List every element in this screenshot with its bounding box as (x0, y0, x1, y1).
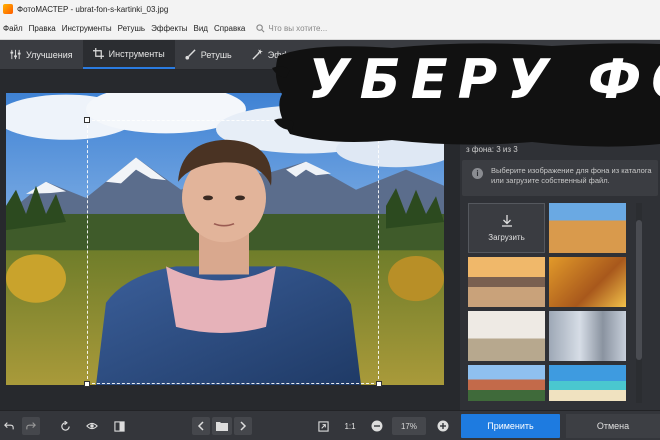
menu-view[interactable]: Вид (190, 24, 210, 33)
info-icon: i (472, 168, 483, 179)
thumbnail-desert[interactable] (549, 203, 626, 253)
reset-button[interactable] (56, 417, 74, 435)
next-image-button[interactable] (234, 417, 252, 435)
thumbnail-autumn-forest[interactable] (549, 257, 626, 307)
folder-icon (216, 422, 228, 431)
search-placeholder: Что вы хотите... (268, 24, 328, 33)
gallery-scrollbar-thumb[interactable] (636, 220, 642, 360)
menu-edit[interactable]: Правка (26, 24, 59, 33)
chevron-right-icon (240, 421, 247, 431)
app-logo-icon (3, 4, 13, 14)
title-bar: ФотоМАСТЕР - ubrat-fon-s-kartinki_03.jpg (0, 0, 660, 18)
promo-banner-text: УБЕРУ ФОН (308, 48, 660, 111)
bottom-bar: 1:1 17% Применить Отмена (0, 410, 660, 440)
thumbnail-town-houses[interactable] (468, 365, 545, 401)
tab-retouch[interactable]: Ретушь (175, 40, 242, 69)
brush-icon (185, 49, 196, 60)
menu-tools[interactable]: Инструменты (59, 24, 115, 33)
zoom-out-button[interactable] (368, 417, 386, 435)
thumbnail-street-buildings[interactable] (549, 311, 626, 361)
redo-button[interactable] (22, 417, 40, 435)
download-icon (501, 214, 512, 227)
compare-button[interactable] (110, 417, 128, 435)
crop-handle-top-left[interactable] (84, 117, 90, 123)
window-title: ФотоМАСТЕР - ubrat-fon-s-kartinki_03.jpg (17, 4, 169, 14)
apply-button[interactable]: Применить (461, 414, 560, 438)
fit-screen-icon (317, 420, 329, 432)
previous-image-button[interactable] (192, 417, 210, 435)
upload-tile[interactable]: Загрузить (468, 203, 545, 253)
thumbnail-city-street[interactable] (468, 257, 545, 307)
info-box: i Выберите изображение для фона из катал… (462, 160, 658, 196)
zoom-in-button[interactable] (434, 417, 452, 435)
tab-enhancements-label: Улучшения (26, 49, 73, 60)
magic-wand-icon (252, 49, 263, 60)
zoom-1to1-button[interactable]: 1:1 (340, 417, 360, 435)
undo-icon (4, 422, 14, 430)
crop-handle-bottom-right[interactable] (376, 381, 382, 387)
crop-frame[interactable] (87, 120, 379, 384)
search-icon (256, 24, 265, 33)
menu-effects[interactable]: Эффекты (148, 24, 190, 33)
app-window: ФотоМАСТЕР - ubrat-fon-s-kartinki_03.jpg… (0, 0, 660, 440)
cancel-button[interactable]: Отмена (566, 414, 660, 438)
tab-enhancements[interactable]: Улучшения (0, 40, 83, 69)
tab-retouch-label: Ретушь (200, 49, 232, 60)
sliders-icon (10, 49, 21, 60)
tab-tools-label: Инструменты (108, 48, 165, 59)
plus-circle-icon (437, 420, 449, 432)
menu-bar: Файл Правка Инструменты Ретушь Эффекты В… (0, 18, 660, 40)
crop-handle-bottom-left[interactable] (84, 381, 90, 387)
zoom-value-field[interactable]: 17% (392, 417, 426, 435)
redo-icon (26, 422, 36, 430)
menu-search[interactable]: Что вы хотите... (256, 24, 327, 33)
chevron-left-icon (197, 421, 204, 431)
crop-icon (92, 48, 104, 59)
menu-file[interactable]: Файл (0, 24, 26, 33)
upload-label: Загрузить (488, 232, 525, 242)
thumbnail-interior[interactable] (468, 311, 545, 361)
open-folder-button[interactable] (212, 417, 232, 435)
compare-icon (113, 420, 125, 432)
thumbnail-beach[interactable] (549, 365, 626, 401)
menu-retouch[interactable]: Ретушь (115, 24, 149, 33)
info-text: Выберите изображение для фона из каталог… (491, 166, 652, 186)
menu-help[interactable]: Справка (211, 24, 248, 33)
tab-tools[interactable]: Инструменты (82, 40, 175, 69)
eye-icon (86, 422, 98, 430)
rotate-icon (60, 420, 70, 431)
preview-button[interactable] (82, 417, 102, 435)
fit-to-screen-button[interactable] (314, 417, 332, 435)
minus-circle-icon (371, 420, 383, 432)
undo-button[interactable] (0, 417, 18, 435)
